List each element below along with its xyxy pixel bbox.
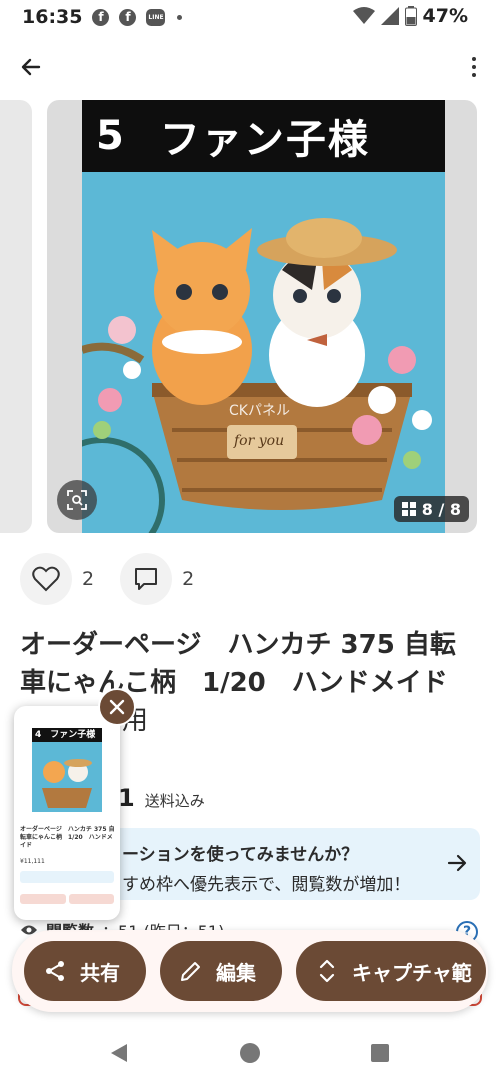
system-nav-bar xyxy=(0,1026,498,1080)
more-notifications-dot xyxy=(177,14,183,20)
arrow-left-icon xyxy=(21,58,41,76)
thumbnail-price: ¥11,111 xyxy=(20,858,45,865)
title-line: 車にゃんこ柄 1/20 ハンドメイド xyxy=(20,668,448,698)
promotion-headline: ーションを使ってみませんか？ xyxy=(122,845,359,865)
battery-percent: 47% xyxy=(422,5,468,27)
share-icon xyxy=(42,958,68,984)
line-icon: LINE xyxy=(146,8,166,26)
close-icon xyxy=(109,699,125,715)
price-row: 1 送料込み xyxy=(118,784,205,812)
product-photo[interactable]: 5 ファン子様 CKパネル for you xyxy=(82,100,445,533)
promotion-description: すめ枠へ優先表示で、閲覧数が増加！ xyxy=(122,875,411,895)
signal-icon xyxy=(380,7,399,25)
notification-icons: f f LINE xyxy=(92,8,183,26)
banner-text: ファン子様 xyxy=(159,117,370,163)
thumbnail-buttons xyxy=(20,894,114,904)
comment-icon xyxy=(135,568,158,590)
sign-text: for you xyxy=(234,433,285,449)
image-counter-text: 8 / 8 xyxy=(421,499,461,519)
expand-vertical-icon xyxy=(314,958,340,984)
facebook-icon: f xyxy=(92,8,110,26)
image-search-button[interactable] xyxy=(57,480,97,520)
photo-watermark: CKパネル xyxy=(229,403,290,419)
dismiss-thumbnail-button[interactable] xyxy=(98,688,136,726)
thumbnail-button xyxy=(68,894,114,904)
shipping-label: 送料込み xyxy=(144,792,205,810)
share-label: 共有 xyxy=(80,960,120,985)
lens-search-icon xyxy=(67,490,87,510)
edit-label: 編集 xyxy=(216,960,256,985)
status-bar: 16:35 f f LINE 47% xyxy=(0,0,498,34)
more-options-button[interactable] xyxy=(464,50,484,84)
facebook-icon: f xyxy=(119,8,137,26)
comment-count: 2 xyxy=(182,568,195,590)
capture-more-button[interactable]: キャプチャ範 xyxy=(296,941,486,1001)
edit-button[interactable]: 編集 xyxy=(160,941,282,1001)
dot xyxy=(472,57,476,61)
thumbnail-button xyxy=(20,894,66,904)
thumbnail-title: オーダーページ ハンカチ 375 自転車にゃんこ柄 1/20 ハンドメイド xyxy=(20,826,115,849)
reactions-row: 2 2 xyxy=(20,553,220,605)
photo-banner: 5 ファン子様 xyxy=(82,100,445,172)
title-line: オーダーページ ハンカチ 375 自転 xyxy=(20,630,456,660)
dot xyxy=(472,65,476,69)
image-counter-badge[interactable]: 8 / 8 xyxy=(393,496,469,522)
current-image-card[interactable]: 5 ファン子様 CKパネル for you 8 / 8 xyxy=(47,100,477,533)
share-button[interactable]: 共有 xyxy=(24,941,146,1001)
capture-label: キャプチャ範 xyxy=(352,960,472,985)
thumbnail-banner: 4 ファン子様 xyxy=(32,728,102,742)
like-count: 2 xyxy=(82,568,95,590)
nav-back-icon[interactable] xyxy=(109,1042,129,1064)
arrow-right-icon xyxy=(447,854,467,872)
pencil-icon xyxy=(178,958,204,984)
grid-icon xyxy=(401,502,416,516)
screenshot-action-bar: 共有 編集 キャプチャ範 xyxy=(12,930,488,1012)
banner-number: 5 xyxy=(96,113,126,159)
nav-home-icon[interactable] xyxy=(239,1042,261,1064)
line-icon-label: LINE xyxy=(148,13,164,21)
thumbnail-promo xyxy=(20,871,114,883)
nav-recents-icon[interactable] xyxy=(371,1044,389,1062)
back-button[interactable] xyxy=(14,50,48,84)
app-bar xyxy=(0,44,498,90)
wifi-icon xyxy=(352,7,375,24)
comment-button[interactable] xyxy=(120,553,173,605)
like-button[interactable] xyxy=(20,553,72,605)
status-time: 16:35 xyxy=(22,6,83,28)
dot xyxy=(472,73,476,77)
screenshot-thumbnail[interactable]: 4 ファン子様 オーダーページ ハンカチ 375 自転車にゃんこ柄 1/20 ハ… xyxy=(14,706,120,920)
thumbnail-kittens xyxy=(42,759,92,808)
battery-icon xyxy=(404,6,417,26)
heart-icon xyxy=(32,566,60,592)
image-carousel[interactable]: 8 xyxy=(0,100,498,533)
thumbnail-photo: 4 ファン子様 xyxy=(32,728,102,812)
price-value: 1 xyxy=(118,784,135,812)
previous-image-card[interactable]: 8 xyxy=(0,100,32,533)
system-indicators: 47% xyxy=(352,5,468,27)
